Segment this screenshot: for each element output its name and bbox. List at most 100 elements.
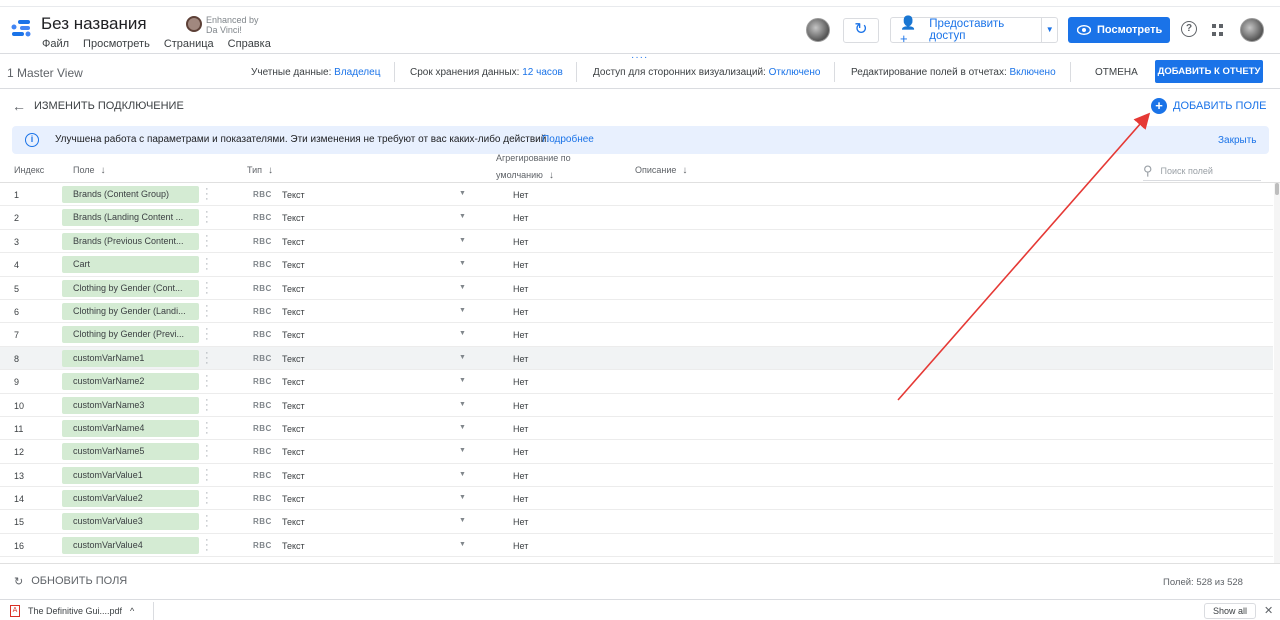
table-row[interactable]: 15 customVarValue3 · · · RBC Текст ▼ Нет xyxy=(0,510,1273,534)
more-vert-icon[interactable]: · · · xyxy=(205,184,209,205)
aggregation-value[interactable]: Нет xyxy=(513,471,528,481)
more-vert-icon[interactable]: · · · xyxy=(205,277,209,298)
more-vert-icon[interactable]: · · · xyxy=(205,417,209,438)
refresh-data-button[interactable]: ↻ xyxy=(843,18,879,43)
table-row[interactable]: 14 customVarValue2 · · · RBC Текст ▼ Нет xyxy=(0,487,1273,511)
learn-more-link[interactable]: Подробнее xyxy=(542,134,594,145)
aggregation-value[interactable]: Нет xyxy=(513,424,528,434)
type-dropdown-icon[interactable]: ▼ xyxy=(459,401,466,408)
table-row[interactable]: 6 Clothing by Gender (Landi... · · · RBC Текст… xyxy=(0,300,1273,324)
table-row[interactable]: 13 customVarValue1 · · · RBC Текст ▼ Нет xyxy=(0,464,1273,488)
add-to-report-button[interactable]: ДОБАВИТЬ К ОТЧЕТУ xyxy=(1155,60,1263,83)
field-name-chip[interactable]: customVarValue2 xyxy=(62,490,199,508)
aggregation-value[interactable]: Нет xyxy=(513,190,528,200)
type-dropdown-icon[interactable]: ▼ xyxy=(459,237,466,244)
field-name-chip[interactable]: customVarName5 xyxy=(62,443,199,461)
field-type[interactable]: Текст xyxy=(282,260,305,270)
credentials-value[interactable]: Владелец xyxy=(334,67,380,78)
menu-page[interactable]: Страница xyxy=(164,38,214,50)
table-row[interactable]: 5 Clothing by Gender (Cont... · · · RBC Текст ▼… xyxy=(0,277,1273,300)
field-type[interactable]: Текст xyxy=(282,447,305,457)
field-type[interactable]: Текст xyxy=(282,307,305,317)
edit-connection-button[interactable]: ← ИЗМЕНИТЬ ПОДКЛЮЧЕНИЕ xyxy=(12,98,184,114)
visualization-access-setting[interactable]: Доступ для сторонних визуализаций: Отклю… xyxy=(593,67,820,78)
aggregation-value[interactable]: Нет xyxy=(513,354,528,364)
field-type[interactable]: Текст xyxy=(282,213,305,223)
field-name-chip[interactable]: Clothing by Gender (Previ... xyxy=(62,326,199,344)
credentials-setting[interactable]: Учетные данные: Владелец xyxy=(251,67,380,78)
field-name-chip[interactable]: customVarValue3 xyxy=(62,513,199,531)
type-dropdown-icon[interactable]: ▼ xyxy=(459,541,466,548)
field-type[interactable]: Текст xyxy=(282,354,305,364)
field-name-chip[interactable]: Brands (Content Group) xyxy=(62,186,199,203)
table-row[interactable]: 8 customVarName1 · · · RBC Текст ▼ Нет xyxy=(0,346,1273,371)
field-type[interactable]: Текст xyxy=(282,424,305,434)
table-row[interactable]: 4 Cart · · · RBC Текст ▼ Нет xyxy=(0,253,1273,277)
more-vert-icon[interactable]: · · · xyxy=(205,488,209,509)
menu-file[interactable]: Файл xyxy=(42,38,69,50)
aggregation-value[interactable]: Нет xyxy=(513,260,528,270)
table-row[interactable]: 2 Brands (Landing Content ... · · · RBC Текст ▼… xyxy=(0,206,1273,230)
type-dropdown-icon[interactable]: ▼ xyxy=(459,377,466,384)
aggregation-value[interactable]: Нет xyxy=(513,494,528,504)
header-type[interactable]: Тип ↓ xyxy=(247,165,273,176)
help-icon[interactable]: ? xyxy=(1181,21,1197,37)
aggregation-value[interactable]: Нет xyxy=(513,237,528,247)
cancel-button[interactable]: ОТМЕНА xyxy=(1095,67,1138,78)
more-vert-icon[interactable]: · · · xyxy=(205,207,209,228)
header-aggregation[interactable]: Агрегирование по умолчанию ↓ xyxy=(496,153,571,181)
collaborator-avatar[interactable] xyxy=(806,18,830,42)
field-type[interactable]: Текст xyxy=(282,494,305,504)
download-item[interactable]: A The Definitive Gui....pdf ^ xyxy=(10,605,134,617)
field-name-chip[interactable]: customVarValue1 xyxy=(62,466,199,484)
field-type[interactable]: Текст xyxy=(282,471,305,481)
field-name-chip[interactable]: customVarName2 xyxy=(62,373,199,391)
field-name-chip[interactable]: customVarValue4 xyxy=(62,536,199,554)
add-field-button[interactable]: + ДОБАВИТЬ ПОЛЕ xyxy=(1151,98,1266,114)
field-name-chip[interactable]: Brands (Landing Content ... xyxy=(62,209,199,227)
share-dropdown-icon[interactable]: ▼ xyxy=(1041,18,1057,42)
field-name-chip[interactable]: customVarName3 xyxy=(62,396,199,414)
apps-grid-icon[interactable] xyxy=(1212,24,1224,36)
share-button[interactable]: 👤+ Предоставить доступ ▼ xyxy=(890,15,1058,46)
more-vert-icon[interactable]: · · · xyxy=(205,300,209,321)
table-row[interactable]: 11 customVarName4 · · · RBC Текст ▼ Нет xyxy=(0,417,1273,441)
aggregation-value[interactable]: Нет xyxy=(513,401,528,411)
aggregation-value[interactable]: Нет xyxy=(513,307,528,317)
field-name-chip[interactable]: Cart xyxy=(62,256,199,274)
table-row[interactable]: 1 Brands (Content Group) · · · RBC Текст ▼ Нет xyxy=(0,183,1273,207)
table-row[interactable]: 12 customVarName5 · · · RBC Текст ▼ Нет xyxy=(0,440,1273,464)
more-vert-icon[interactable]: · · · xyxy=(205,347,209,368)
table-row[interactable]: 3 Brands (Previous Content... · · · RBC Текст ▼… xyxy=(0,230,1273,254)
field-name-chip[interactable]: Clothing by Gender (Landi... xyxy=(62,302,199,320)
scrollbar[interactable] xyxy=(1274,183,1280,563)
show-all-button[interactable]: Show all xyxy=(1204,603,1256,619)
user-avatar[interactable] xyxy=(1240,18,1264,42)
type-dropdown-icon[interactable]: ▼ xyxy=(459,517,466,524)
type-dropdown-icon[interactable]: ▼ xyxy=(459,260,466,267)
field-type[interactable]: Текст xyxy=(282,377,305,387)
more-vert-icon[interactable]: · · · xyxy=(205,324,209,345)
aggregation-value[interactable]: Нет xyxy=(513,517,528,527)
close-icon[interactable]: ✕ xyxy=(1264,604,1273,617)
more-vert-icon[interactable]: · · · xyxy=(205,230,209,251)
table-row[interactable]: 7 Clothing by Gender (Previ... · · · RBC Текст… xyxy=(0,323,1273,347)
table-row[interactable]: 10 customVarName3 · · · RBC Текст ▼ Нет xyxy=(0,394,1273,417)
type-dropdown-icon[interactable]: ▼ xyxy=(459,471,466,478)
document-title[interactable]: Без названия xyxy=(41,14,147,34)
aggregation-value[interactable]: Нет xyxy=(513,447,528,457)
type-dropdown-icon[interactable]: ▼ xyxy=(459,307,466,314)
refresh-fields-button[interactable]: ↻ ОБНОВИТЬ ПОЛЯ xyxy=(14,575,127,588)
field-type[interactable]: Текст xyxy=(282,541,305,551)
retention-setting[interactable]: Срок хранения данных: 12 часов xyxy=(410,67,563,78)
more-vert-icon[interactable]: · · · xyxy=(205,534,209,555)
data-source-name[interactable]: 1 Master View xyxy=(7,66,83,80)
type-dropdown-icon[interactable]: ▼ xyxy=(459,494,466,501)
field-type[interactable]: Текст xyxy=(282,190,305,200)
menu-view[interactable]: Просмотреть xyxy=(83,38,150,50)
table-row[interactable]: 16 customVarValue4 · · · RBC Текст ▼ Нет xyxy=(0,534,1273,558)
type-dropdown-icon[interactable]: ▼ xyxy=(459,190,466,197)
field-type[interactable]: Текст xyxy=(282,517,305,527)
access-value[interactable]: Отключено xyxy=(769,67,821,78)
more-vert-icon[interactable]: · · · xyxy=(205,511,209,532)
